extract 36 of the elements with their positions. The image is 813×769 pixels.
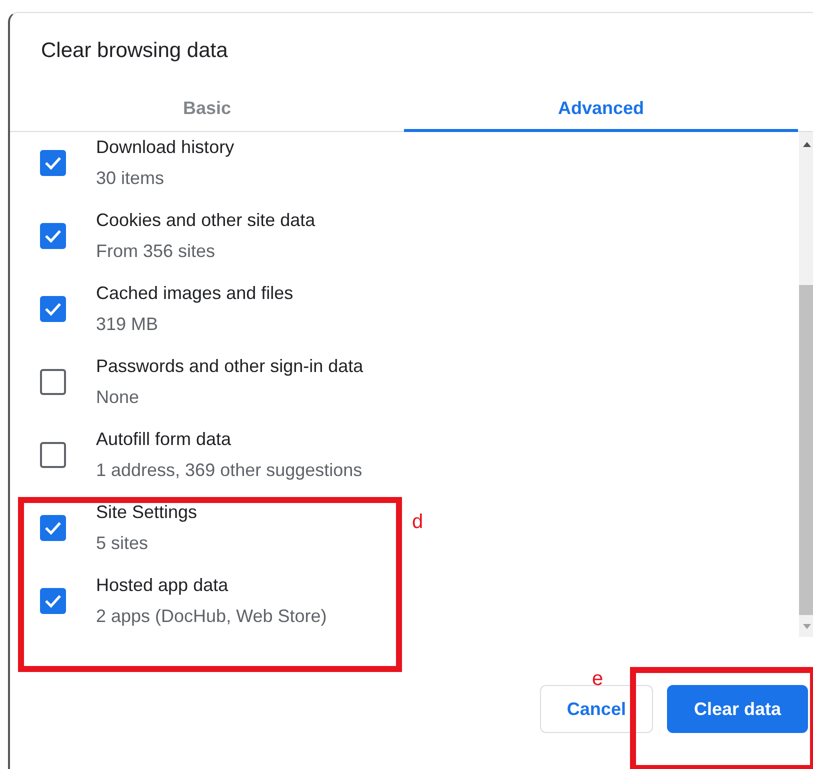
check-icon	[44, 594, 62, 608]
scrollbar-thumb[interactable]	[799, 285, 813, 615]
item-title: Passwords and other sign-in data	[96, 356, 364, 376]
item-detail: 2 apps (DocHub, Web Store)	[96, 606, 327, 626]
item-title: Cookies and other site data	[96, 210, 316, 230]
item-title: Hosted app data	[96, 574, 230, 596]
checkbox[interactable]	[40, 442, 66, 468]
checkbox[interactable]	[40, 368, 66, 394]
dialog-title: Clear browsing data	[40, 38, 229, 64]
check-icon	[44, 520, 62, 534]
item-detail: 319 MB	[96, 314, 160, 334]
check-icon	[44, 302, 62, 316]
tab[interactable]: Basic	[10, 87, 404, 132]
checkbox[interactable]	[40, 588, 66, 614]
item-detail: None	[96, 386, 140, 408]
clear-data-button[interactable]: Clear data	[666, 685, 808, 733]
item-detail: From 356 sites	[96, 240, 216, 262]
check-icon	[44, 156, 62, 170]
tab[interactable]: Advanced	[404, 87, 798, 132]
checkbox[interactable]	[40, 150, 66, 176]
item-title: Download history	[96, 136, 234, 158]
checkbox[interactable]	[40, 222, 66, 248]
up-arrow-icon[interactable]	[802, 140, 812, 148]
down-arrow-icon[interactable]	[802, 623, 812, 631]
item-detail: 5 sites	[96, 532, 150, 554]
check-icon	[44, 228, 62, 242]
item-title: Cached images and files	[96, 282, 294, 304]
scrollbar[interactable]	[799, 132, 813, 637]
item-detail: 1 address, 369 other suggestions	[96, 460, 362, 480]
cancel-button[interactable]: Cancel	[540, 685, 653, 733]
annotation-label: d	[412, 511, 424, 534]
checkbox[interactable]	[40, 296, 66, 322]
item-title: Autofill form data	[96, 428, 232, 450]
item-title: Site Settings	[96, 502, 198, 522]
checkbox[interactable]	[40, 514, 66, 540]
item-detail: 30 items	[96, 168, 166, 188]
